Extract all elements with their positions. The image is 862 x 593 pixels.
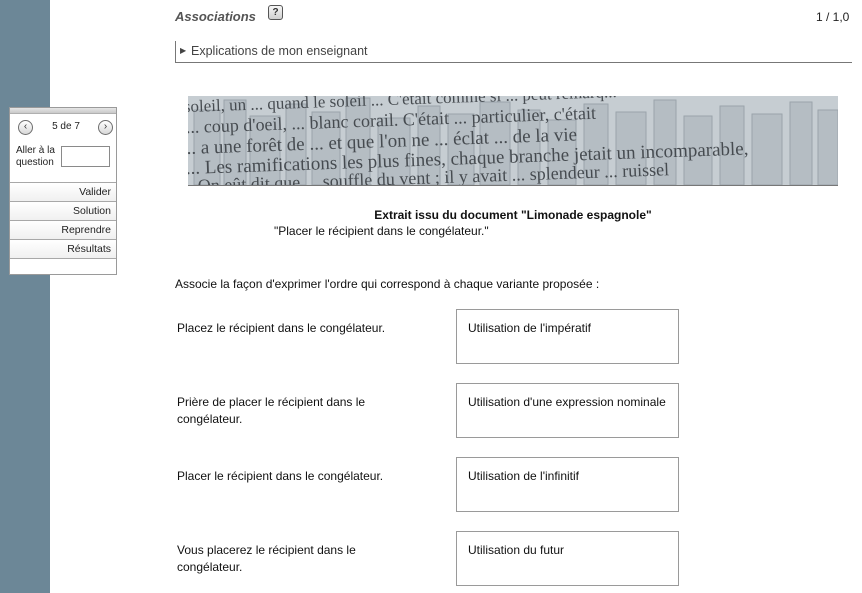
navigation-panel: ‹ 5 de 7 › Aller à la question Valider S… [9,107,117,275]
variant-text: Placer le récipient dans le congélateur. [177,469,384,483]
goto-question-input[interactable] [61,146,110,167]
help-icon[interactable]: ? [268,5,283,20]
answer-box[interactable]: Utilisation d'une expression nominale [456,383,679,438]
document-quote: "Placer le récipient dans le congélateur… [274,224,489,238]
exercise-instruction: Associe la façon d'exprimer l'ordre qui … [175,277,600,291]
page-title: Associations [175,9,256,24]
answer-label: Utilisation du futur [468,543,565,557]
next-arrow-icon[interactable]: › [98,120,113,135]
validate-button[interactable]: Valider [10,182,116,201]
goto-question-label: Aller à la question [16,145,55,168]
decorative-banner: soleil, un ... quand le soleil ... C'éta… [188,96,838,186]
document-title: Extrait issu du document "Limonade espag… [374,208,652,222]
expand-arrow-icon: ▶ [180,46,187,55]
answer-box[interactable]: Utilisation de l'infinitif [456,457,679,512]
variant-text: Prière de placer le récipient dans le co… [177,395,366,426]
variant-text: Placez le récipient dans le congélateur. [177,321,386,335]
book-text-banner-image: soleil, un ... quand le soleil ... C'éta… [188,96,838,185]
answer-box[interactable]: Utilisation de l'impératif [456,309,679,364]
variant-text: Vous placerez le récipient dans le congé… [177,543,356,574]
navigation-panel-header [10,108,116,114]
answer-label: Utilisation de l'impératif [468,321,592,335]
answer-label: Utilisation de l'infinitif [468,469,580,483]
pager-text: 5 de 7 [52,121,80,132]
teacher-explanations-toggle[interactable]: ▶ Explications de mon enseignant [175,41,852,63]
answer-box[interactable]: Utilisation du futur [456,531,679,586]
left-sidebar-strip [0,0,50,593]
previous-arrow-icon[interactable]: ‹ [18,120,33,135]
teacher-explanations-label: Explications de mon enseignant [191,44,368,58]
answer-label: Utilisation d'une expression nominale [468,395,666,409]
results-button[interactable]: Résultats [10,239,116,259]
restart-button[interactable]: Reprendre [10,220,116,239]
page-counter: 1 / 1,0 [816,10,850,24]
pager: ‹ 5 de 7 › [18,120,113,138]
